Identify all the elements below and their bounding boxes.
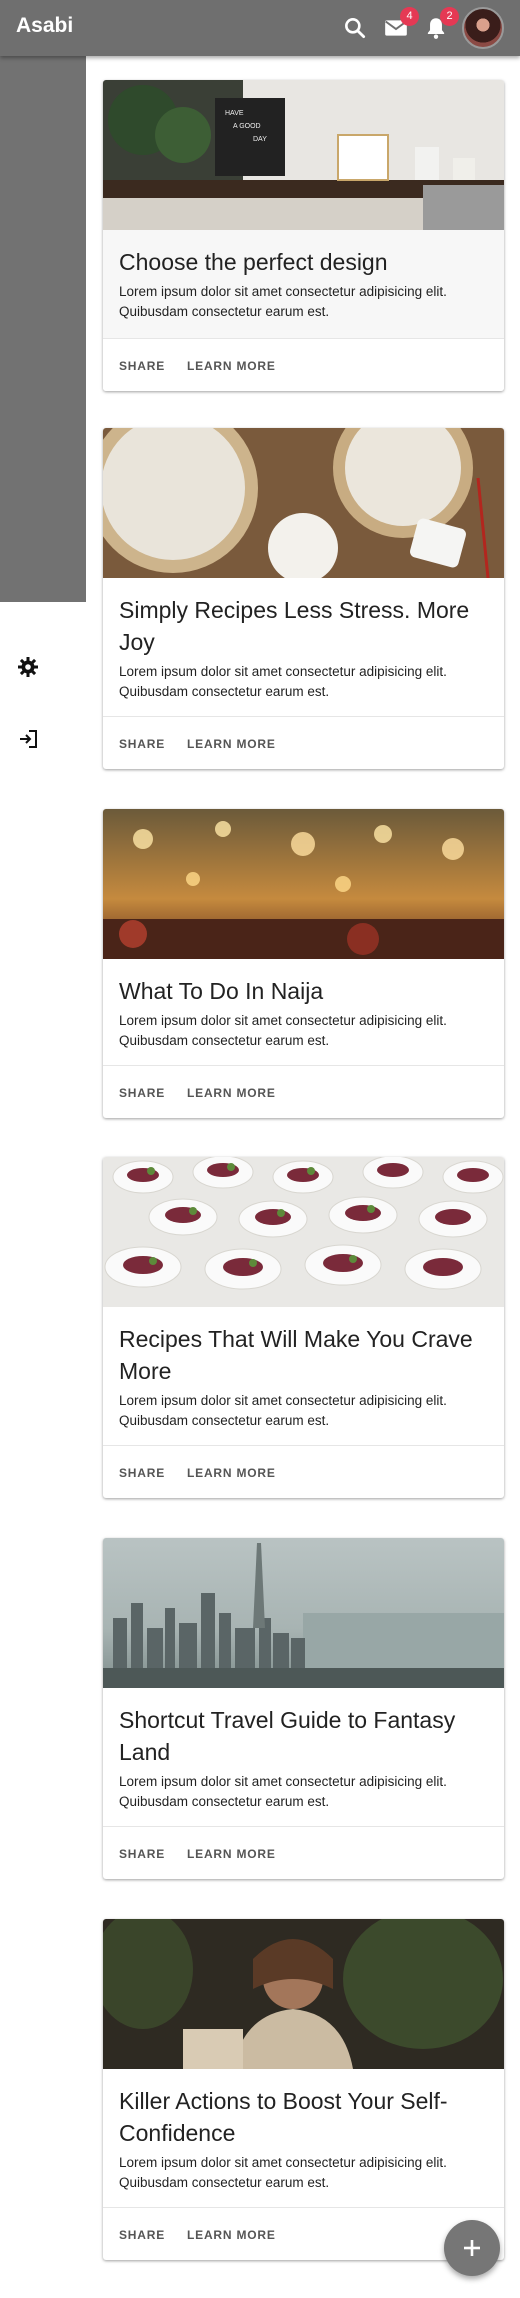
- notification-badge: 2: [440, 7, 459, 26]
- card-text: Lorem ipsum dolor sit amet consectetur a…: [119, 1013, 447, 1048]
- card-text: Lorem ipsum dolor sit amet consectetur a…: [119, 1774, 447, 1809]
- card-text: Lorem ipsum dolor sit amet consectetur a…: [119, 664, 447, 699]
- learn-more-button[interactable]: LEARN MORE: [179, 1841, 284, 1867]
- share-button[interactable]: SHARE: [111, 353, 173, 379]
- share-button[interactable]: SHARE: [111, 2222, 173, 2248]
- learn-more-button[interactable]: LEARN MORE: [179, 1460, 284, 1486]
- card-choose-design: HAVE A GOOD DAY Choose the perfect desig…: [103, 80, 504, 391]
- card-image: [103, 428, 504, 578]
- card-travel-guide: Shortcut Travel Guide to Fantasy Land Lo…: [103, 1538, 504, 1879]
- share-button[interactable]: SHARE: [111, 1841, 173, 1867]
- sidebar: [0, 56, 86, 602]
- svg-text:A GOOD: A GOOD: [233, 123, 261, 130]
- plus-icon: [464, 2240, 480, 2256]
- card-title: Simply Recipes Less Stress. More Joy: [119, 597, 470, 655]
- card-image: HAVE A GOOD DAY: [103, 80, 504, 230]
- search-icon[interactable]: [342, 15, 368, 41]
- card-text: Lorem ipsum dolor sit amet consectetur a…: [119, 1393, 447, 1428]
- card-image: [103, 1157, 504, 1307]
- brand-title[interactable]: Asabi: [16, 14, 73, 38]
- learn-more-button[interactable]: LEARN MORE: [179, 353, 284, 379]
- svg-text:DAY: DAY: [253, 136, 267, 143]
- app-bar: Asabi 4 2: [0, 0, 520, 56]
- card-image: [103, 1919, 504, 2069]
- card-self-confidence: Killer Actions to Boost Your Self-Confid…: [103, 1919, 504, 2260]
- card-text: Lorem ipsum dolor sit amet consectetur a…: [119, 2155, 447, 2190]
- add-fab-button[interactable]: [444, 2220, 500, 2276]
- learn-more-button[interactable]: LEARN MORE: [179, 731, 284, 757]
- card-image: [103, 1538, 504, 1688]
- card-naija: What To Do In Naija Lorem ipsum dolor si…: [103, 809, 504, 1118]
- mail-badge: 4: [400, 7, 419, 26]
- card-simply-recipes: Simply Recipes Less Stress. More Joy Lor…: [103, 428, 504, 769]
- avatar[interactable]: [462, 7, 504, 49]
- logout-icon[interactable]: [16, 727, 40, 751]
- card-title: Shortcut Travel Guide to Fantasy Land: [119, 1707, 456, 1765]
- learn-more-button[interactable]: LEARN MORE: [179, 2222, 284, 2248]
- card-title: Recipes That Will Make You Crave More: [119, 1326, 473, 1384]
- card-image: [103, 809, 504, 959]
- image-letterboard-text: HAVE: [225, 110, 244, 117]
- card-title: Choose the perfect design: [119, 249, 388, 275]
- card-title: What To Do In Naija: [119, 978, 324, 1004]
- gear-icon[interactable]: [16, 655, 40, 679]
- card-title: Killer Actions to Boost Your Self-Confid…: [119, 2088, 448, 2146]
- mail-button[interactable]: 4: [383, 7, 419, 41]
- notifications-button[interactable]: 2: [423, 7, 459, 41]
- share-button[interactable]: SHARE: [111, 1460, 173, 1486]
- share-button[interactable]: SHARE: [111, 1080, 173, 1106]
- card-recipes-crave: Recipes That Will Make You Crave More Lo…: [103, 1157, 504, 1498]
- learn-more-button[interactable]: LEARN MORE: [179, 1080, 284, 1106]
- card-text: Lorem ipsum dolor sit amet consectetur a…: [119, 284, 447, 319]
- share-button[interactable]: SHARE: [111, 731, 173, 757]
